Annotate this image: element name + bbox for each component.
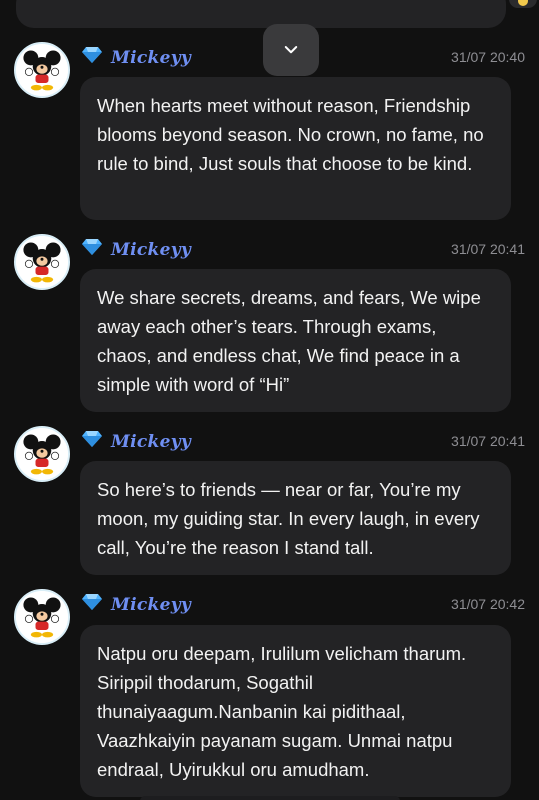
mickey-avatar — [16, 591, 68, 643]
sender-name[interactable]: Mickeyy — [111, 432, 191, 452]
previous-message-bubble[interactable] — [16, 0, 506, 28]
avatar[interactable] — [14, 42, 70, 98]
mickey-avatar — [16, 236, 68, 288]
timestamp: 31/07 20:41 — [451, 241, 525, 257]
home-indicator — [140, 796, 400, 800]
diamond-icon — [82, 239, 102, 255]
emoji-icon — [518, 0, 528, 6]
chat-screen: Mickeyy 31/07 20:40 When hearts meet wit… — [0, 0, 539, 800]
avatar[interactable] — [14, 234, 70, 290]
timestamp: 31/07 20:40 — [451, 49, 525, 65]
sender-name[interactable]: Mickeyy — [111, 48, 191, 68]
message-bubble[interactable]: When hearts meet without reason, Friends… — [80, 77, 511, 220]
timestamp: 31/07 20:42 — [451, 596, 525, 612]
diamond-icon — [82, 431, 102, 447]
timestamp: 31/07 20:41 — [451, 433, 525, 449]
message-bubble[interactable]: We share secrets, dreams, and fears, We … — [80, 269, 511, 412]
mickey-avatar — [16, 44, 68, 96]
sender-name[interactable]: Mickeyy — [111, 240, 191, 260]
avatar[interactable] — [14, 589, 70, 645]
mickey-avatar — [16, 428, 68, 480]
message-bubble[interactable]: Natpu oru deepam, Irulilum velicham thar… — [80, 625, 511, 797]
diamond-icon — [82, 47, 102, 63]
sender-name[interactable]: Mickeyy — [111, 595, 191, 615]
message-bubble[interactable]: So here’s to friends — near or far, You’… — [80, 461, 511, 575]
diamond-icon — [82, 594, 102, 610]
scroll-down-button[interactable] — [263, 24, 319, 76]
reaction-badge[interactable] — [509, 0, 537, 8]
chevron-down-icon — [284, 46, 298, 54]
avatar[interactable] — [14, 426, 70, 482]
